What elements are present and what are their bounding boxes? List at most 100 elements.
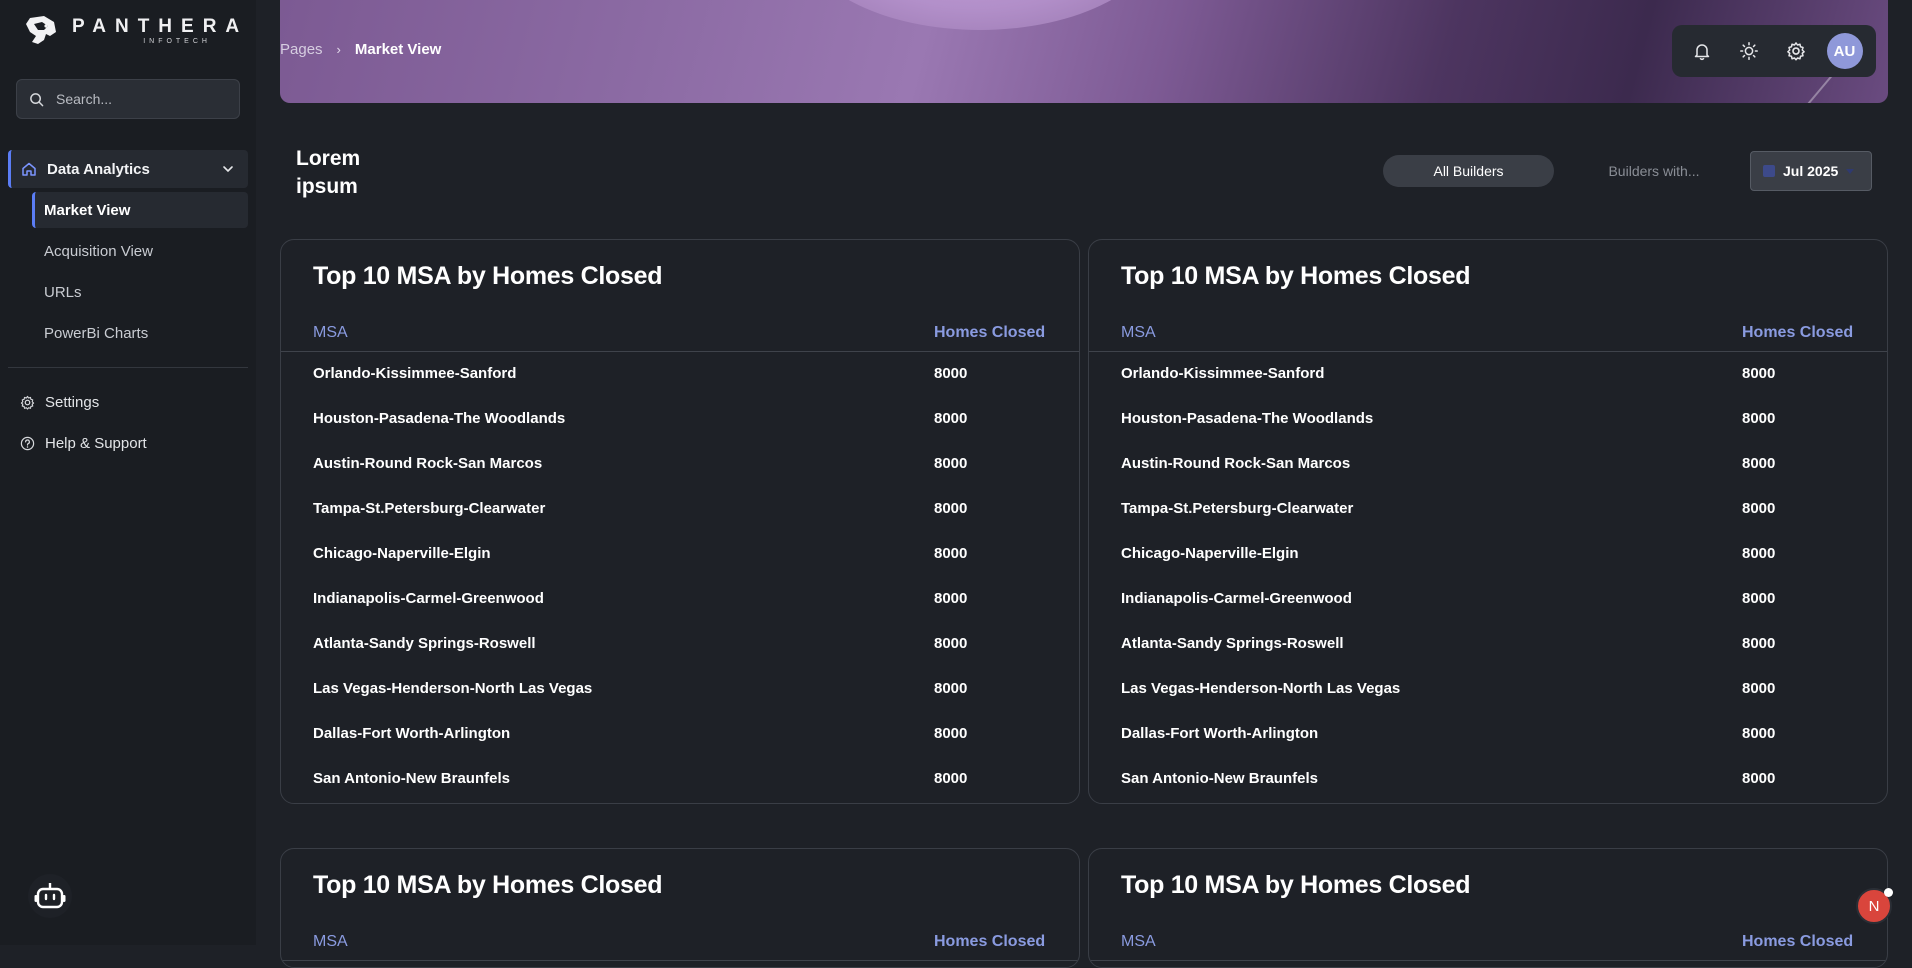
column-header-msa[interactable]: MSA <box>313 933 348 951</box>
table-row[interactable]: Orlando-Kissimmee-Sanford 8000 <box>281 352 1079 397</box>
cell-msa: Indianapolis-Carmel-Greenwood <box>313 590 544 607</box>
cell-homes-closed: 8000 <box>1742 410 1776 427</box>
table-row[interactable]: Chicago-Naperville-Elgin 8000 <box>281 532 1079 577</box>
nav-group-data-analytics[interactable]: Data Analytics <box>8 150 248 188</box>
cell-homes-closed: 8000 <box>934 500 968 517</box>
table-row[interactable]: Atlanta-Sandy Springs-Roswell 8000 <box>281 622 1079 667</box>
table-row[interactable]: Las Vegas-Henderson-North Las Vegas 8000 <box>1089 667 1887 712</box>
cell-msa: Austin-Round Rock-San Marcos <box>313 455 543 472</box>
sun-icon <box>1739 42 1758 60</box>
chevron-right-icon: › <box>336 42 341 57</box>
table-row[interactable]: Orlando-Kissimmee-Sanford 8000 <box>1089 352 1887 397</box>
cell-msa: Indianapolis-Carmel-Greenwood <box>1121 590 1352 607</box>
sidebar-item-settings[interactable]: Settings <box>20 394 99 411</box>
table-header: MSA Homes Closed <box>1089 929 1887 961</box>
sidebar-item-urls[interactable]: URLs <box>32 274 248 310</box>
table-row[interactable]: San Antonio-New Braunfels 8000 <box>281 757 1079 802</box>
table-row[interactable]: Las Vegas-Henderson-North Las Vegas 8000 <box>281 667 1079 712</box>
column-header-homes-closed[interactable]: Homes Closed <box>934 933 1045 951</box>
cell-msa: Orlando-Kissimmee-Sanford <box>1121 365 1325 382</box>
cell-homes-closed: 8000 <box>1742 725 1776 742</box>
user-avatar[interactable]: AU <box>1826 33 1863 69</box>
notification-badge[interactable]: N <box>1856 888 1893 924</box>
table-card-3: Top 10 MSA by Homes Closed MSA Homes Clo… <box>280 848 1080 968</box>
column-header-msa[interactable]: MSA <box>1121 324 1156 342</box>
breadcrumb-pages[interactable]: Pages <box>280 41 323 58</box>
table-body: Orlando-Kissimmee-Sanford 8000 Houston-Pa… <box>1089 352 1887 802</box>
cell-homes-closed: 8000 <box>1742 635 1776 652</box>
settings-button[interactable] <box>1780 35 1812 67</box>
table-row[interactable]: Tampa-St.Petersburg-Clearwater 8000 <box>1089 487 1887 532</box>
card-title: Top 10 MSA by Homes Closed <box>313 871 663 899</box>
cell-homes-closed: 8000 <box>934 680 968 697</box>
cell-homes-closed: 8000 <box>934 770 968 787</box>
search-input[interactable] <box>56 91 216 107</box>
chatbot-button[interactable] <box>28 874 72 918</box>
theme-toggle-button[interactable] <box>1733 35 1765 67</box>
column-header-homes-closed[interactable]: Homes Closed <box>934 324 1045 342</box>
date-select[interactable]: Jul 2025 <box>1750 151 1872 191</box>
cell-homes-closed: 8000 <box>934 455 968 472</box>
table-row[interactable]: Houston-Pasadena-The Woodlands 8000 <box>1089 397 1887 442</box>
table-row[interactable]: San Antonio-New Braunfels 8000 <box>1089 757 1887 802</box>
cell-msa: Austin-Round Rock-San Marcos <box>1121 455 1351 472</box>
cell-msa: San Antonio-New Braunfels <box>313 770 510 787</box>
builders-with-toggle[interactable]: Builders with... <box>1584 155 1724 187</box>
sidebar: PANTHERA INFOTECH Data Analytics Market … <box>0 0 256 945</box>
table-row[interactable]: Austin-Round Rock-San Marcos 8000 <box>1089 442 1887 487</box>
chevron-down-icon[interactable] <box>222 163 234 175</box>
card-title: Top 10 MSA by Homes Closed <box>1121 262 1471 290</box>
table-row[interactable]: Atlanta-Sandy Springs-Roswell 8000 <box>1089 622 1887 667</box>
table-row[interactable]: Dallas-Fort Worth-Arlington 8000 <box>281 712 1079 757</box>
cell-homes-closed: 8000 <box>1742 680 1776 697</box>
cell-msa: Tampa-St.Petersburg-Clearwater <box>313 500 546 517</box>
help-support-label: Help & Support <box>45 435 147 452</box>
cell-homes-closed: 8000 <box>934 410 968 427</box>
bell-icon <box>1694 44 1709 61</box>
table-row[interactable]: Austin-Round Rock-San Marcos 8000 <box>281 442 1079 487</box>
all-builders-toggle[interactable]: All Builders <box>1383 155 1554 187</box>
sidebar-divider <box>8 367 248 368</box>
robot-icon <box>34 883 66 909</box>
cell-msa: Chicago-Naperville-Elgin <box>313 545 491 562</box>
sidebar-item-powerbi-charts[interactable]: PowerBi Charts <box>32 315 248 351</box>
table-row[interactable]: Chicago-Naperville-Elgin 8000 <box>1089 532 1887 577</box>
cell-homes-closed: 8000 <box>934 635 968 652</box>
column-header-msa[interactable]: MSA <box>313 324 348 342</box>
table-card-4: Top 10 MSA by Homes Closed MSA Homes Clo… <box>1088 848 1888 968</box>
cell-msa: Atlanta-Sandy Springs-Roswell <box>313 635 536 652</box>
column-header-msa[interactable]: MSA <box>1121 933 1156 951</box>
brand-name: PANTHERA <box>72 15 249 37</box>
breadcrumb-current: Market View <box>354 41 442 58</box>
table-header: MSA Homes Closed <box>281 929 1079 961</box>
column-header-homes-closed[interactable]: Homes Closed <box>1742 324 1853 342</box>
sidebar-item-help-support[interactable]: Help & Support <box>20 435 147 452</box>
caret-down-icon <box>1846 168 1855 174</box>
gear-icon <box>20 395 35 410</box>
help-circle-icon <box>20 436 35 451</box>
header-banner: Pages › Market View <box>280 0 1888 103</box>
sidebar-item-acquisition-view[interactable]: Acquisition View <box>32 233 248 269</box>
table-header: MSA Homes Closed <box>1089 320 1887 352</box>
search-box[interactable] <box>16 79 240 119</box>
gear-icon <box>1786 42 1805 61</box>
brand-subtitle: INFOTECH <box>143 37 211 45</box>
brand-logo[interactable]: PANTHERA INFOTECH <box>24 14 248 48</box>
column-header-homes-closed[interactable]: Homes Closed <box>1742 933 1853 951</box>
table-row[interactable]: Houston-Pasadena-The Woodlands 8000 <box>281 397 1079 442</box>
cell-homes-closed: 8000 <box>1742 455 1776 472</box>
panther-logo-icon <box>26 16 56 44</box>
cell-msa: Dallas-Fort Worth-Arlington <box>1121 725 1319 742</box>
table-row[interactable]: Indianapolis-Carmel-Greenwood 8000 <box>281 577 1079 622</box>
table-card-2: Top 10 MSA by Homes Closed MSA Homes Clo… <box>1088 239 1888 804</box>
home-icon <box>22 162 36 176</box>
table-row[interactable]: Indianapolis-Carmel-Greenwood 8000 <box>1089 577 1887 622</box>
sidebar-item-market-view[interactable]: Market View <box>32 192 248 228</box>
table-row[interactable]: Dallas-Fort Worth-Arlington 8000 <box>1089 712 1887 757</box>
calendar-icon <box>1763 165 1775 177</box>
table-row[interactable]: Tampa-St.Petersburg-Clearwater 8000 <box>281 487 1079 532</box>
notifications-button[interactable] <box>1686 35 1718 67</box>
table-card-1: Top 10 MSA by Homes Closed MSA Homes Clo… <box>280 239 1080 804</box>
nav-group-label: Data Analytics <box>47 160 150 178</box>
cell-homes-closed: 8000 <box>934 725 968 742</box>
